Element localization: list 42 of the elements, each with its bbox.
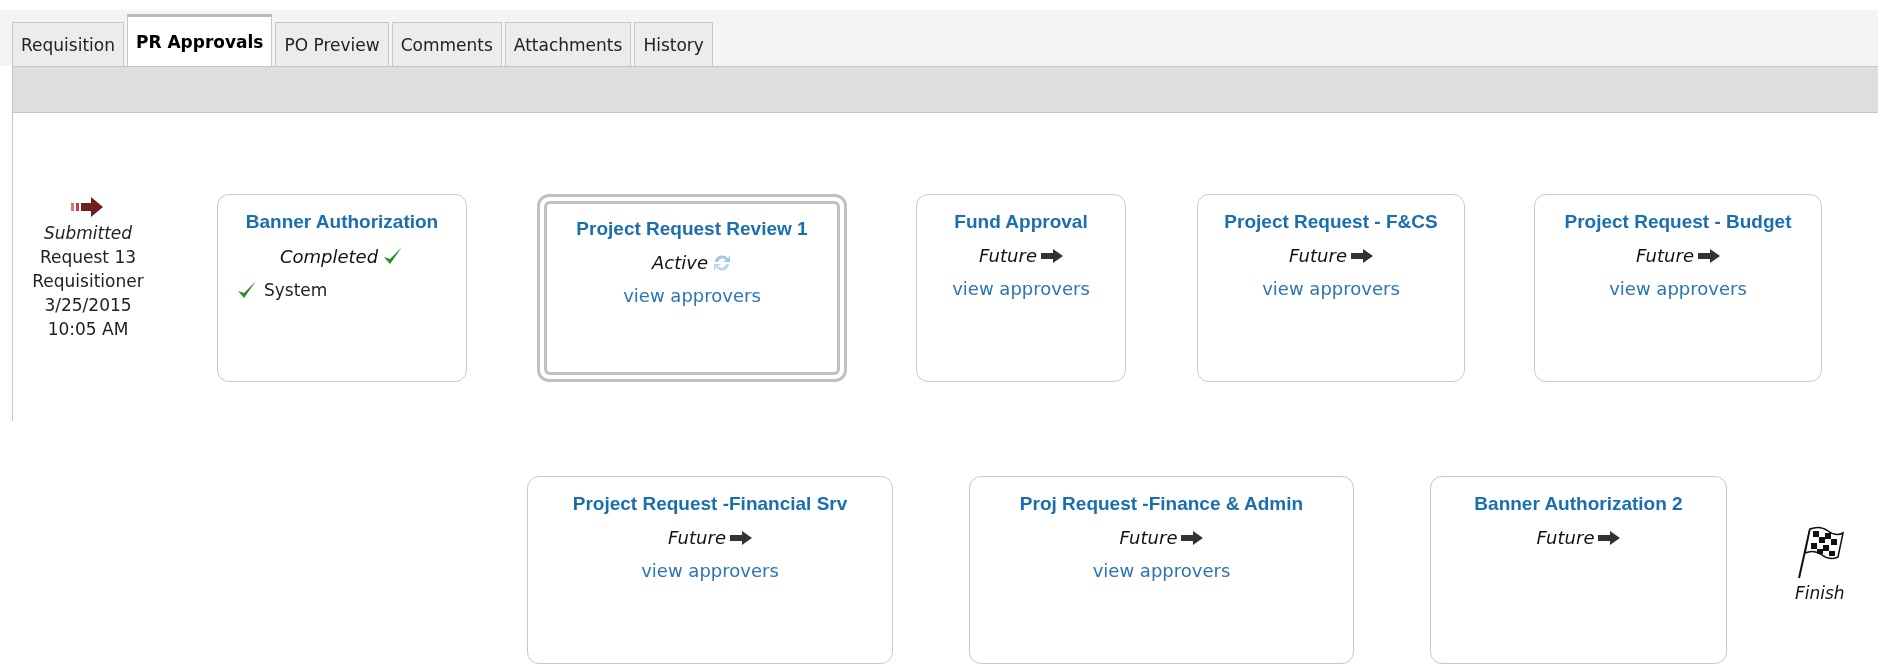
arrow-icon xyxy=(1041,248,1063,263)
arrow-icon xyxy=(71,195,105,219)
step-title: Project Request - Budget xyxy=(1564,211,1792,233)
step-title: Banner Authorization 2 xyxy=(1474,493,1683,515)
arrow-icon xyxy=(730,530,752,545)
view-approvers-link[interactable]: view approvers xyxy=(1609,278,1747,299)
tab[interactable]: Attachments xyxy=(504,22,632,66)
tab[interactable]: PO Preview xyxy=(275,22,389,66)
view-approvers-link[interactable]: view approvers xyxy=(641,560,779,581)
step-title: Project Request - F&CS xyxy=(1224,211,1438,233)
tab[interactable]: PR Approvals xyxy=(126,14,273,66)
tab[interactable]: History xyxy=(634,22,713,66)
status-label: Future xyxy=(979,245,1037,266)
step-title: Project Request Review 1 xyxy=(576,218,808,240)
detail-text: Request 13 xyxy=(39,247,137,267)
view-approvers-link[interactable]: view approvers xyxy=(952,278,1090,299)
view-approvers-link[interactable]: view approvers xyxy=(623,285,761,306)
status-label: Future xyxy=(1636,245,1694,266)
detail-text: 3/25/2015 xyxy=(44,295,132,315)
detail-text: Requisitioner xyxy=(32,271,144,291)
arrow-icon xyxy=(1181,530,1204,545)
step-title: Banner Authorization xyxy=(245,211,439,233)
status-label: Future xyxy=(1289,245,1347,266)
status-label: Active xyxy=(652,252,708,273)
view-approvers-link[interactable]: view approvers xyxy=(1092,560,1231,581)
status-label: Completed xyxy=(279,245,379,267)
arrow-icon xyxy=(1698,248,1720,263)
detail-text: 10:05 AM xyxy=(47,319,129,339)
step-title: Proj Request -Finance & Admin xyxy=(1019,493,1304,515)
tab[interactable]: Requisition xyxy=(12,22,124,66)
approver-name: System xyxy=(264,280,328,300)
status-label: Submitted xyxy=(43,223,133,243)
step-title: Project Request -Financial Srv xyxy=(572,493,848,515)
view-approvers-link[interactable]: view approvers xyxy=(1262,278,1400,299)
tab[interactable]: Comments xyxy=(391,22,502,66)
status-label: Future xyxy=(1536,527,1595,548)
status-label: Future xyxy=(668,527,726,548)
status-label: Future xyxy=(1119,527,1178,548)
arrow-icon xyxy=(1351,248,1373,263)
arrow-icon xyxy=(1598,530,1621,545)
step-title: Fund Approval xyxy=(954,211,1088,233)
finish-label: Finish xyxy=(1795,583,1845,603)
